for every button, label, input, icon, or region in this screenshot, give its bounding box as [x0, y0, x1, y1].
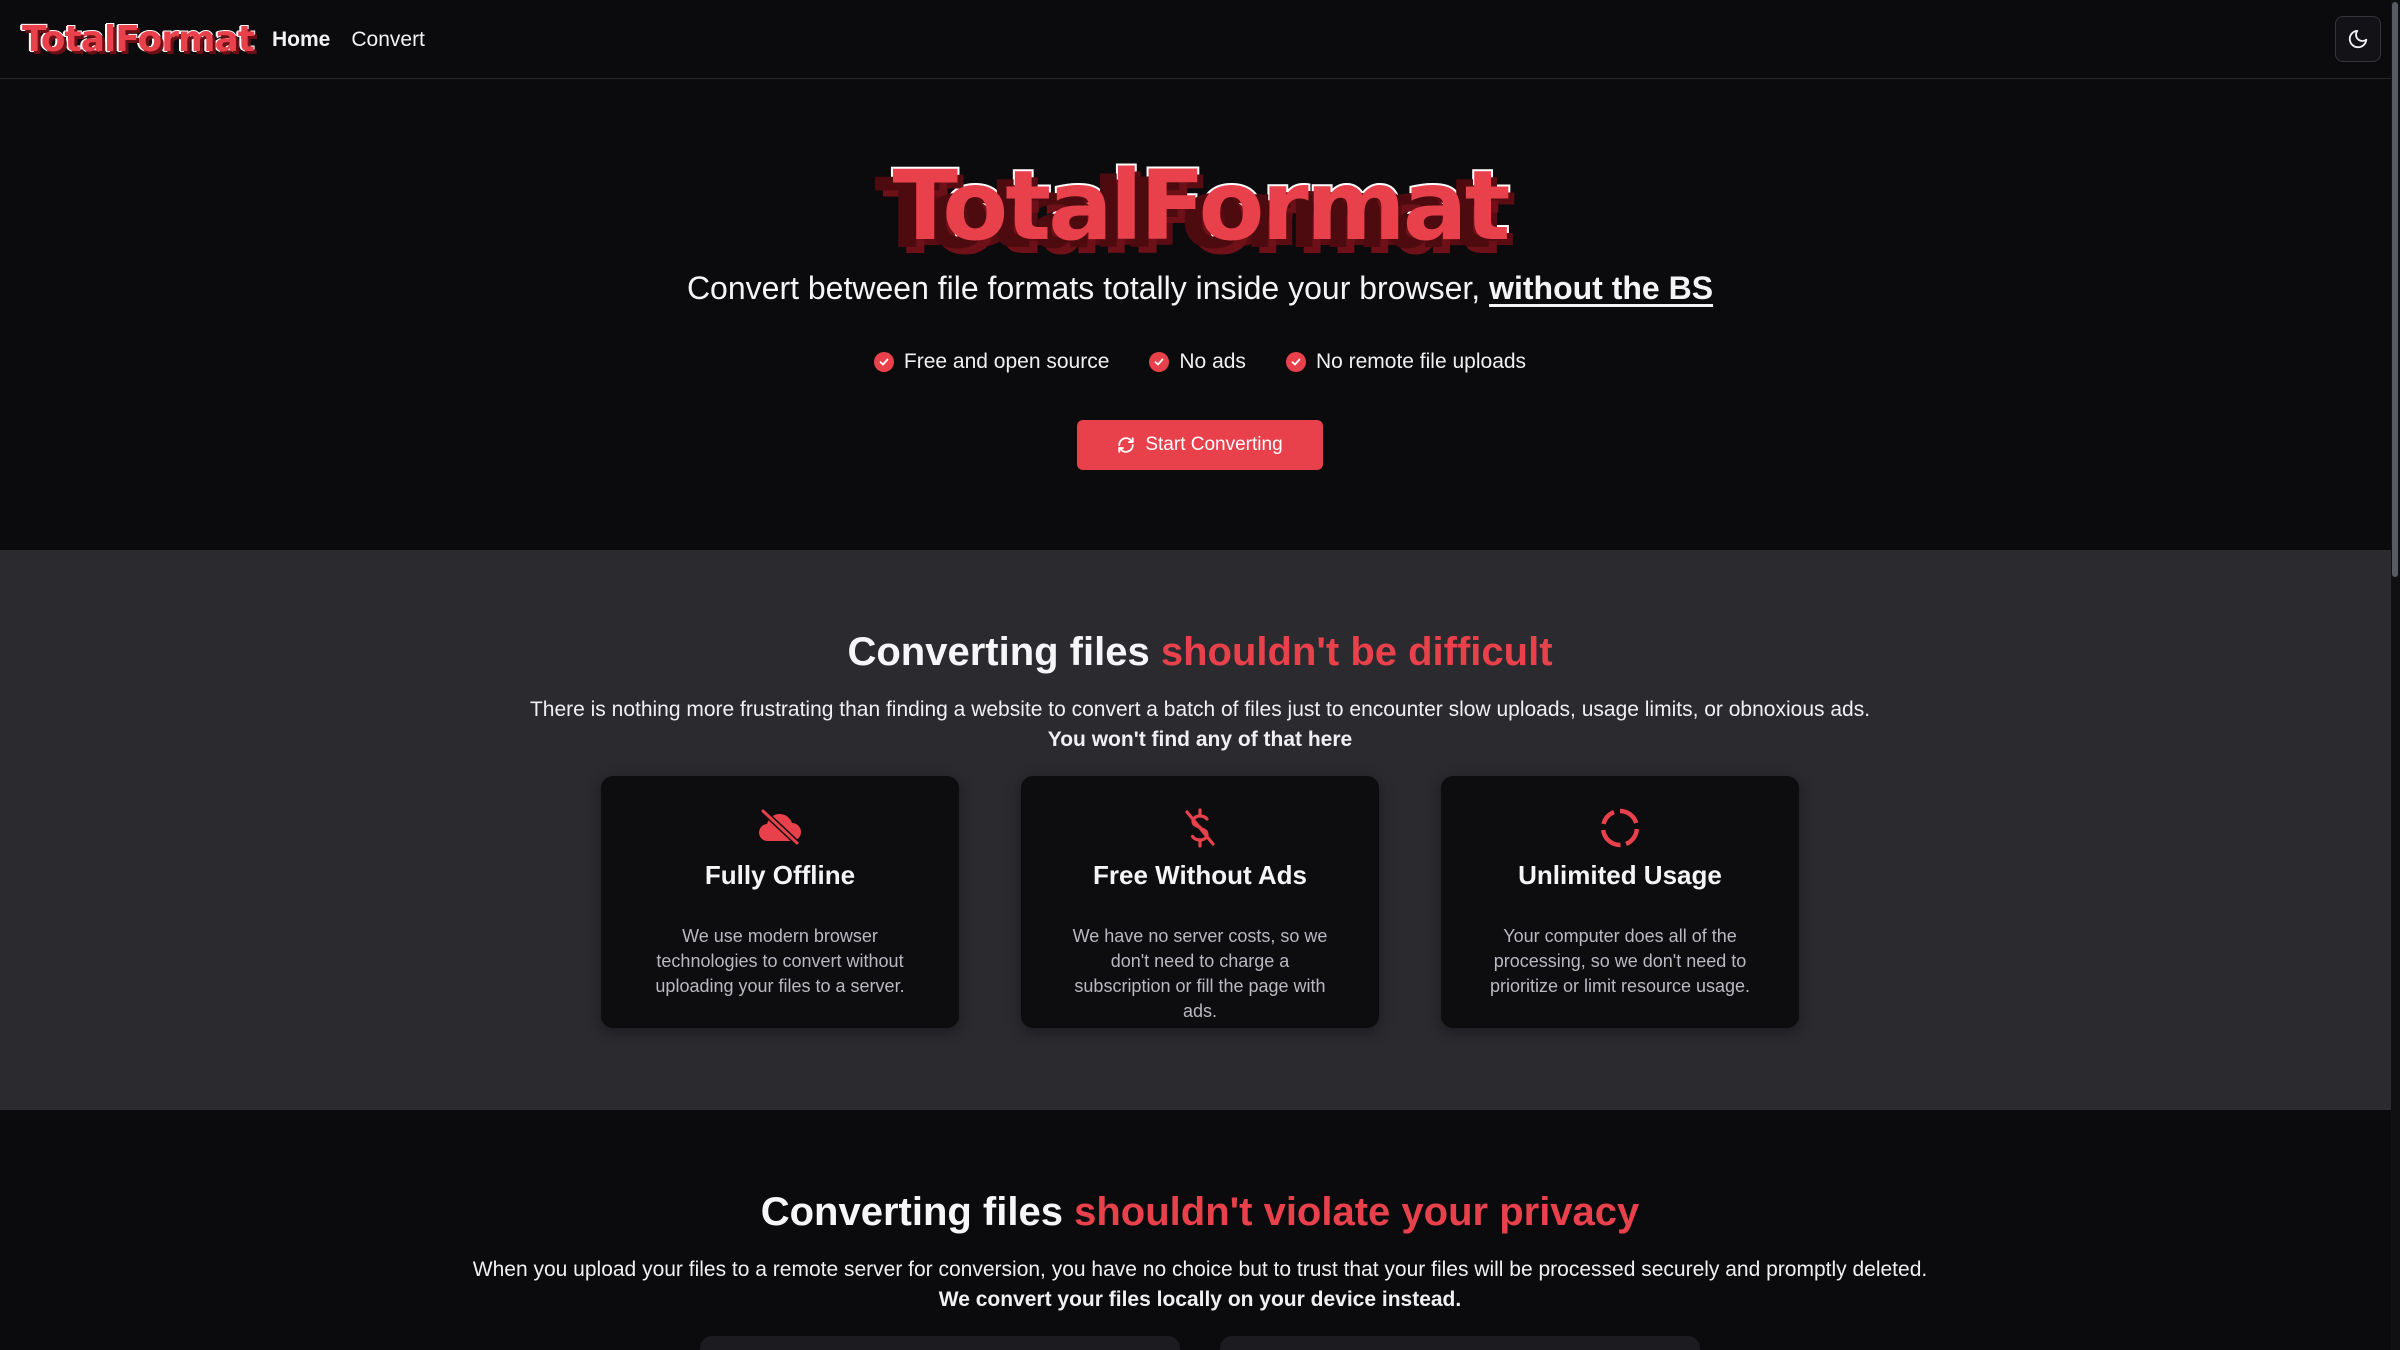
feature-card-free: Free Without Ads We have no server costs…: [1021, 776, 1379, 1028]
hero-logo-text: TotalFormat: [891, 148, 1513, 264]
hero-subtitle: Convert between file formats totally ins…: [0, 270, 2400, 307]
card-title: Free Without Ads: [1092, 860, 1308, 890]
features-title: Converting files shouldn't be difficult: [0, 630, 2400, 675]
features-title-plain: Converting files: [847, 630, 1150, 674]
card-title: Unlimited Usage: [1518, 860, 1722, 890]
check-circle-icon: [873, 352, 894, 372]
check-label: Free and open source: [903, 350, 1110, 373]
check-label: No remote file uploads: [1315, 350, 1527, 373]
features-section: Converting files shouldn't be difficult …: [0, 550, 2400, 1110]
theme-toggle-button[interactable]: [2335, 16, 2381, 62]
features-title-accent: shouldn't be difficult: [1160, 630, 1553, 674]
card-title: Fully Offline: [704, 860, 856, 890]
card-text: Your computer does all of the processing…: [1489, 926, 1751, 996]
nav-links: Home Convert: [272, 0, 425, 79]
features-description: There is nothing more frustrating than f…: [0, 695, 2400, 755]
feature-checks: Free and open source No ads No remote fi…: [0, 350, 2400, 374]
check-item: No remote file uploads: [1285, 350, 1527, 374]
hero-logo: TotalFormat: [0, 148, 2400, 264]
privacy-card: [1220, 1336, 1700, 1350]
refresh-icon: [1118, 437, 1135, 453]
navbar: TotalFormat Home Convert: [0, 0, 2400, 79]
features-description-bold: You won't find any of that here: [1047, 728, 1353, 751]
privacy-description: When you upload your files to a remote s…: [0, 1255, 2400, 1315]
nav-logo-text[interactable]: TotalFormat: [21, 18, 256, 61]
privacy-title-accent: shouldn't violate your privacy: [1074, 1190, 1640, 1234]
nav-link-home[interactable]: Home: [272, 28, 330, 52]
privacy-section: Converting files shouldn't violate your …: [0, 1110, 2400, 1350]
cloud-off-icon: [758, 808, 801, 846]
card-text: We have no server costs, so we don't nee…: [1072, 926, 1328, 1021]
features-description-text: There is nothing more frustrating than f…: [529, 698, 1871, 721]
start-converting-button[interactable]: Start Converting: [1077, 420, 1323, 470]
feature-card-offline: Fully Offline We use modern browser tech…: [601, 776, 959, 1028]
nav-logo[interactable]: TotalFormat: [21, 14, 256, 64]
check-item: No ads: [1149, 350, 1246, 374]
privacy-description-text: When you upload your files to a remote s…: [472, 1258, 1928, 1281]
hero-section: TotalFormat Convert between file formats…: [0, 80, 2400, 550]
dollar-off-icon: [1185, 808, 1215, 848]
moon-icon: [2348, 29, 2368, 49]
start-converting-label: Start Converting: [1145, 434, 1283, 455]
scrollbar-thumb[interactable]: [2392, 2, 2398, 577]
check-item: Free and open source: [873, 350, 1110, 374]
check-circle-icon: [1149, 352, 1170, 372]
feature-card-unlimited: Unlimited Usage Your computer does all o…: [1441, 776, 1799, 1028]
card-text: We use modern browser technologies to co…: [655, 926, 905, 996]
privacy-title-plain: Converting files: [760, 1190, 1063, 1234]
check-label: No ads: [1179, 350, 1246, 373]
hero-subtitle-link[interactable]: without the BS: [1489, 270, 1713, 306]
privacy-description-bold: We convert your files locally on your de…: [938, 1288, 1462, 1311]
nav-link-convert[interactable]: Convert: [351, 28, 425, 52]
hero-subtitle-text: Convert between file formats totally ins…: [686, 270, 1481, 306]
page-scrollbar[interactable]: [2391, 0, 2400, 1350]
loader-icon: [1600, 808, 1640, 848]
privacy-card: [700, 1336, 1180, 1350]
check-circle-icon: [1285, 352, 1306, 372]
privacy-title: Converting files shouldn't violate your …: [0, 1190, 2400, 1235]
